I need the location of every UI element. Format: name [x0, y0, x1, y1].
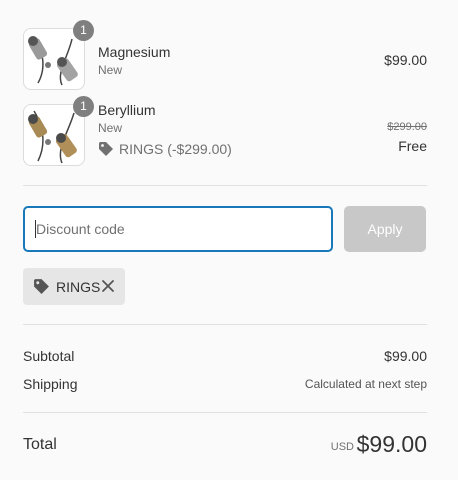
- product-variant: New: [98, 63, 123, 77]
- divider: [23, 412, 427, 413]
- discount-code-label: RINGS: [56, 278, 101, 295]
- currency-code: USD: [330, 441, 354, 453]
- product-price: $99.00: [384, 52, 427, 68]
- close-icon[interactable]: [101, 279, 115, 293]
- quantity-badge: 1: [73, 20, 94, 41]
- tag-icon: [34, 279, 49, 294]
- product-name: Magnesium: [98, 44, 171, 60]
- line-item: 1 Beryllium New RINGS (-$299.00) $299.00…: [23, 96, 427, 166]
- product-name: Beryllium: [98, 102, 156, 118]
- shipping-label: Shipping: [23, 376, 78, 392]
- subtotal-label: Subtotal: [23, 348, 75, 364]
- divider: [23, 324, 427, 325]
- original-price: $299.00: [387, 121, 427, 133]
- discount-code-input[interactable]: [23, 206, 333, 252]
- total-label: Total: [23, 436, 57, 453]
- divider: [23, 185, 427, 186]
- total-value: $99.00: [356, 431, 427, 457]
- apply-button[interactable]: Apply: [344, 206, 426, 252]
- applied-discount-line: RINGS (-$299.00): [98, 141, 232, 157]
- product-variant: New: [98, 121, 123, 135]
- line-item: 1 Magnesium New $99.00: [23, 20, 427, 90]
- tag-icon: [99, 142, 113, 156]
- quantity-badge: 1: [73, 96, 94, 117]
- shipping-value: Calculated at next step: [304, 377, 427, 391]
- discount-label: RINGS (-$299.00): [119, 141, 232, 157]
- product-price: Free: [398, 138, 427, 154]
- applied-discount-chip: RINGS: [23, 268, 125, 305]
- text-caret: [35, 220, 36, 238]
- subtotal-value: $99.00: [384, 348, 427, 364]
